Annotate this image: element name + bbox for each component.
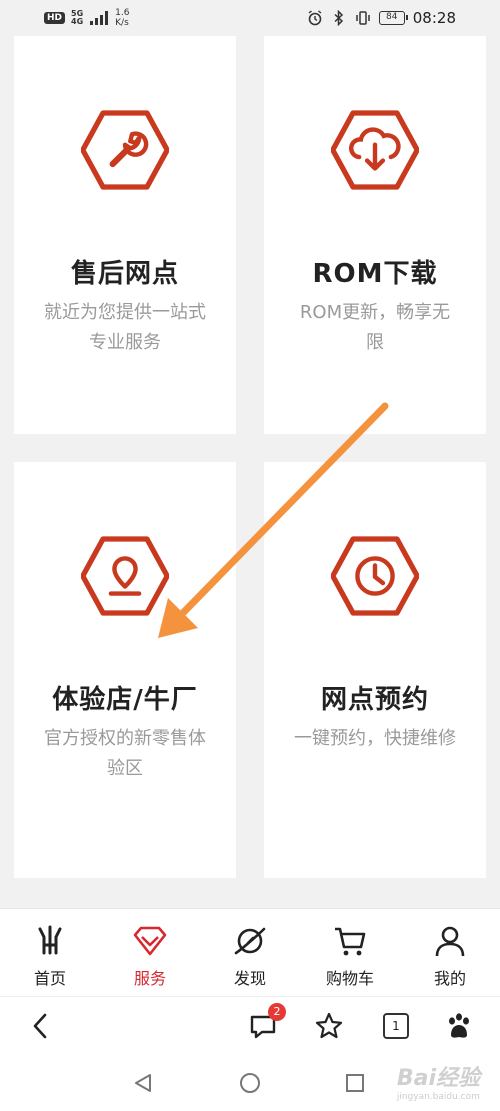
card-title: 售后网点	[70, 259, 179, 289]
network-speed: 1.6 K/s	[115, 8, 130, 28]
diamond-icon	[133, 926, 167, 956]
recents-square-icon[interactable]	[344, 1072, 366, 1094]
card-title: 体验店/牛厂	[52, 685, 198, 715]
signal-icon	[90, 11, 109, 25]
nav-home[interactable]: 首页	[0, 909, 100, 996]
status-right: 84 08:28	[307, 9, 456, 27]
card-description: 就近为您提供一站式专业服务	[44, 302, 206, 353]
status-left: HD 5G 4G 1.6 K/s	[44, 8, 129, 28]
status-bar: HD 5G 4G 1.6 K/s 84 08:28	[0, 0, 500, 36]
comments-button[interactable]: 2	[248, 1003, 286, 1041]
clock-icon	[331, 536, 419, 616]
nav-label: 首页	[33, 969, 66, 988]
nav-discover[interactable]: 发现	[200, 909, 300, 996]
vibrate-icon	[356, 11, 370, 25]
paw-icon[interactable]	[444, 1011, 474, 1041]
tab-count: 1	[383, 1013, 409, 1039]
browser-toolbar: 2 1	[0, 996, 500, 1054]
status-time: 08:28	[412, 9, 456, 27]
comments-badge: 2	[268, 1003, 286, 1021]
alarm-icon	[308, 10, 322, 26]
hd-badge: HD	[44, 12, 66, 24]
card-description: 一键预约，快捷维修	[294, 728, 456, 749]
star-icon[interactable]	[314, 1011, 344, 1041]
planet-icon	[234, 927, 266, 955]
cloud-download-icon	[331, 110, 419, 190]
card-description: 官方授权的新零售体验区	[44, 728, 206, 779]
nav-label: 发现	[233, 969, 266, 988]
claw-logo-icon	[38, 925, 62, 955]
nav-cart[interactable]: 购物车	[300, 909, 400, 996]
home-circle-icon[interactable]	[239, 1072, 261, 1094]
service-card-after-sales[interactable]: 售后网点 就近为您提供一站式专业服务	[14, 36, 236, 434]
cart-icon	[335, 927, 366, 956]
person-icon	[435, 926, 465, 957]
back-chevron-icon[interactable]	[26, 1011, 56, 1041]
back-triangle-icon[interactable]	[132, 1072, 154, 1094]
service-card-appointment[interactable]: 网点预约 一键预约，快捷维修	[264, 462, 486, 878]
card-title: 网点预约	[320, 685, 429, 715]
watermark: Bai经验 jingyan.baidu.com	[396, 1066, 480, 1102]
network-type: 5G 4G	[71, 9, 84, 26]
service-card-experience-store[interactable]: 体验店/牛厂 官方授权的新零售体验区	[14, 462, 236, 878]
nav-label: 我的	[433, 969, 466, 988]
nav-service[interactable]: 服务	[100, 909, 200, 996]
nav-label: 购物车	[325, 969, 374, 988]
tabs-button[interactable]: 1	[383, 1013, 413, 1043]
battery-indicator: 84	[378, 11, 408, 25]
card-title: ROM下载	[312, 259, 438, 289]
wrench-icon	[81, 110, 169, 190]
card-description: ROM更新，畅享无限	[299, 302, 451, 353]
bluetooth-icon	[334, 10, 343, 26]
nav-label: 服务	[133, 969, 166, 988]
nav-profile[interactable]: 我的	[400, 909, 500, 996]
location-pin-icon	[81, 536, 169, 616]
service-card-rom-download[interactable]: ROM下载 ROM更新，畅享无限	[264, 36, 486, 434]
bottom-nav: 首页 服务 发现 购物车 我的	[0, 908, 500, 996]
